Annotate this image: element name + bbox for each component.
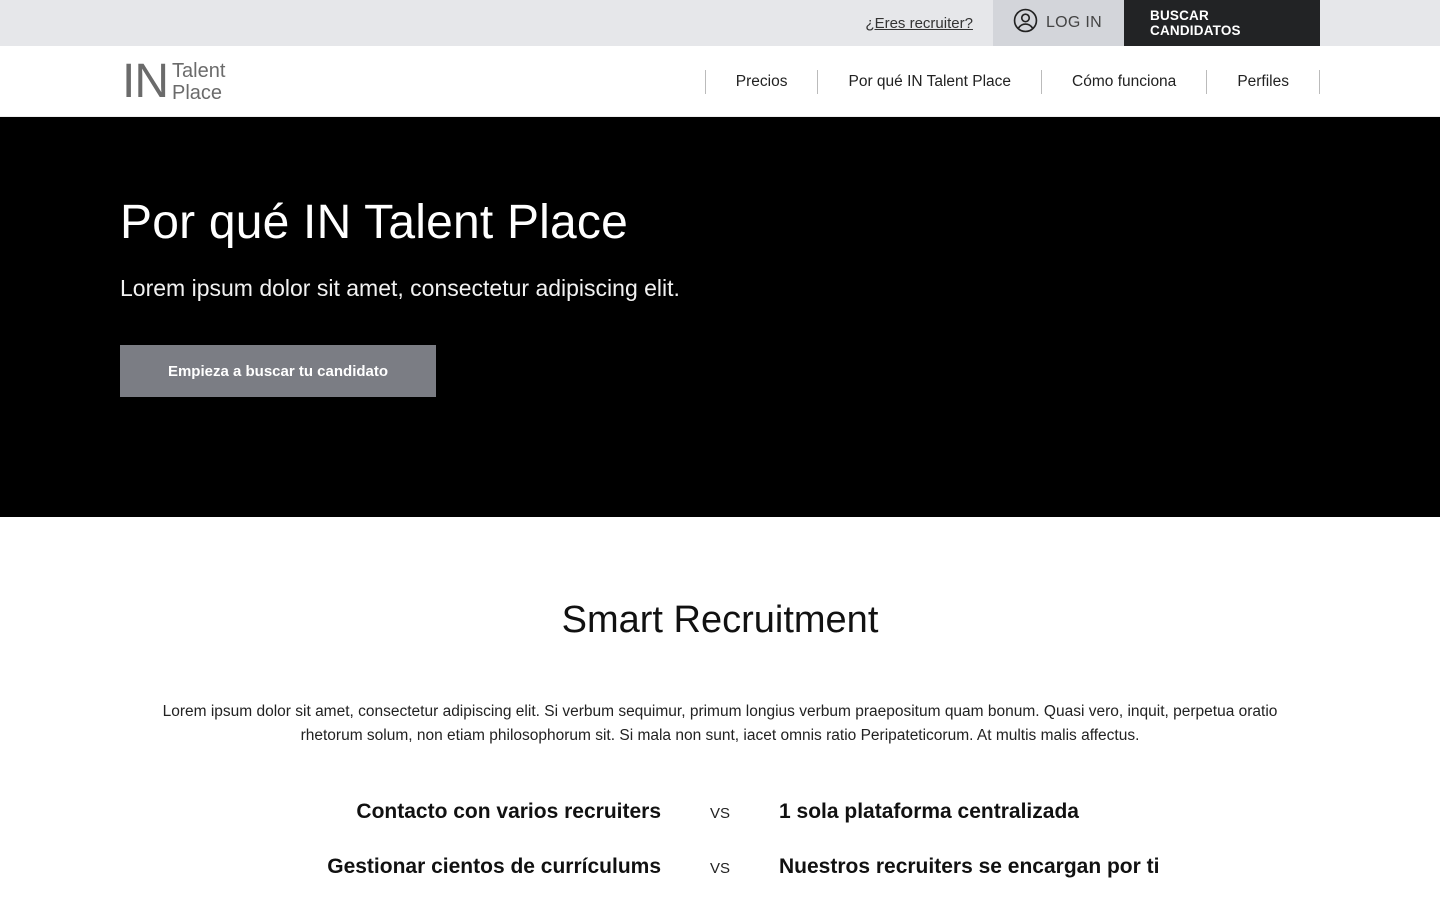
comparison-row: Contacto con varios recruiters VS 1 sola… — [0, 800, 1440, 830]
logo-line-2: Place — [172, 82, 223, 104]
logo-line-1: Talent — [172, 60, 226, 82]
top-utility-actions: ¿Eres recruiter? LOG IN BUSCAR CANDIDATO… — [845, 0, 1320, 46]
login-button[interactable]: LOG IN — [992, 0, 1124, 46]
section-body: Lorem ipsum dolor sit amet, consectetur … — [162, 703, 1278, 744]
hero-banner: Por qué IN Talent Place Lorem ipsum dolo… — [0, 117, 1440, 517]
comparison-right: Nuestros recruiters se encargan por ti — [779, 855, 1160, 878]
user-circle-icon — [1013, 8, 1038, 38]
comparison-left: Gestionar cientos de currículums — [327, 855, 661, 878]
logo-wordmark: Talent Place — [172, 60, 225, 104]
main-navigation: IN Talent Place Precios Por qué IN Talen… — [0, 46, 1440, 117]
start-search-button[interactable]: Empieza a buscar tu candidato — [120, 345, 436, 397]
comparison-left: Contacto con varios recruiters — [356, 800, 661, 823]
nav-item-precios[interactable]: Precios — [704, 70, 818, 94]
comparison-vs: VS — [709, 805, 730, 822]
nav-item-perfiles[interactable]: Perfiles — [1206, 70, 1320, 94]
hero-subtitle: Lorem ipsum dolor sit amet, consectetur … — [120, 275, 680, 301]
comparison-right: 1 sola plataforma centralizada — [779, 800, 1079, 823]
nav-item-como-funciona[interactable]: Cómo funciona — [1041, 70, 1206, 94]
hero-title: Por qué IN Talent Place — [120, 196, 629, 249]
nav-item-por-que[interactable]: Por qué IN Talent Place — [817, 70, 1041, 94]
recruiter-link[interactable]: ¿Eres recruiter? — [845, 0, 993, 46]
logo[interactable]: IN Talent Place — [122, 58, 225, 106]
top-utility-bar: ¿Eres recruiter? LOG IN BUSCAR CANDIDATO… — [0, 0, 1440, 46]
comparison-row: Gestionar cientos de currículums VS Nues… — [0, 855, 1440, 885]
search-candidates-button[interactable]: BUSCAR CANDIDATOS — [1124, 0, 1320, 46]
section-title: Smart Recruitment — [561, 599, 879, 641]
smart-recruitment-section: Smart Recruitment Lorem ipsum dolor sit … — [0, 517, 1440, 900]
logo-mark: IN — [122, 55, 169, 108]
nav-menu: Precios Por qué IN Talent Place Cómo fun… — [704, 70, 1320, 94]
login-label: LOG IN — [1045, 14, 1102, 31]
comparison-vs: VS — [709, 860, 730, 877]
